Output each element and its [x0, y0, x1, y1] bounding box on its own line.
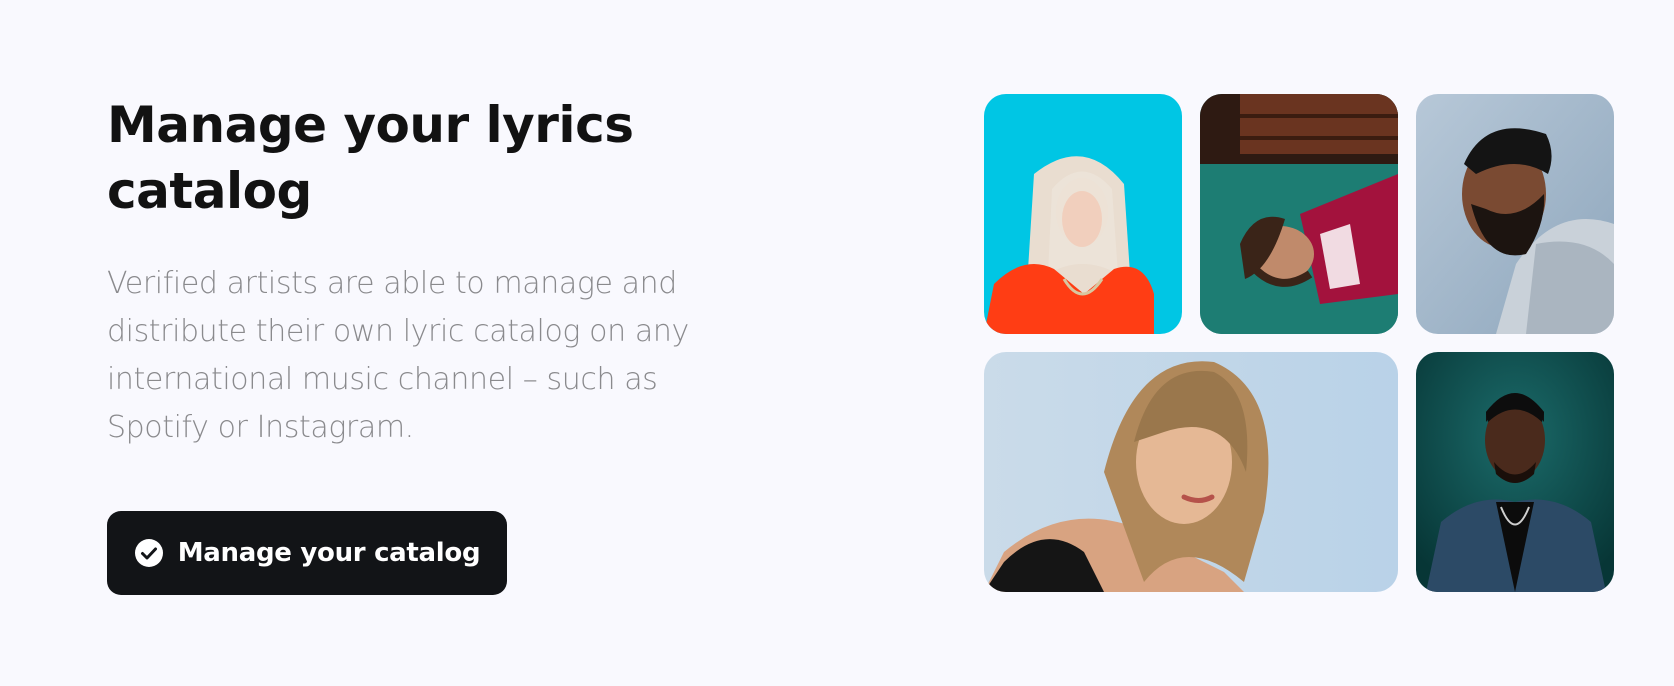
check-circle-icon	[134, 538, 164, 568]
manage-catalog-button[interactable]: Manage your catalog	[107, 511, 507, 595]
section-description: Verified artists are able to manage and …	[107, 266, 689, 445]
artist-photo-4	[984, 352, 1398, 592]
artist-photo-1	[984, 94, 1182, 334]
artist-photo-2	[1200, 94, 1398, 334]
section-title: Manage your lyrics catalog	[107, 96, 634, 220]
manage-catalog-label: Manage your catalog	[177, 538, 481, 568]
artist-photo-3	[1416, 94, 1614, 334]
lyrics-catalog-section: Manage your lyrics catalog Verified arti…	[0, 0, 1674, 686]
artist-photo-5	[1416, 352, 1614, 592]
